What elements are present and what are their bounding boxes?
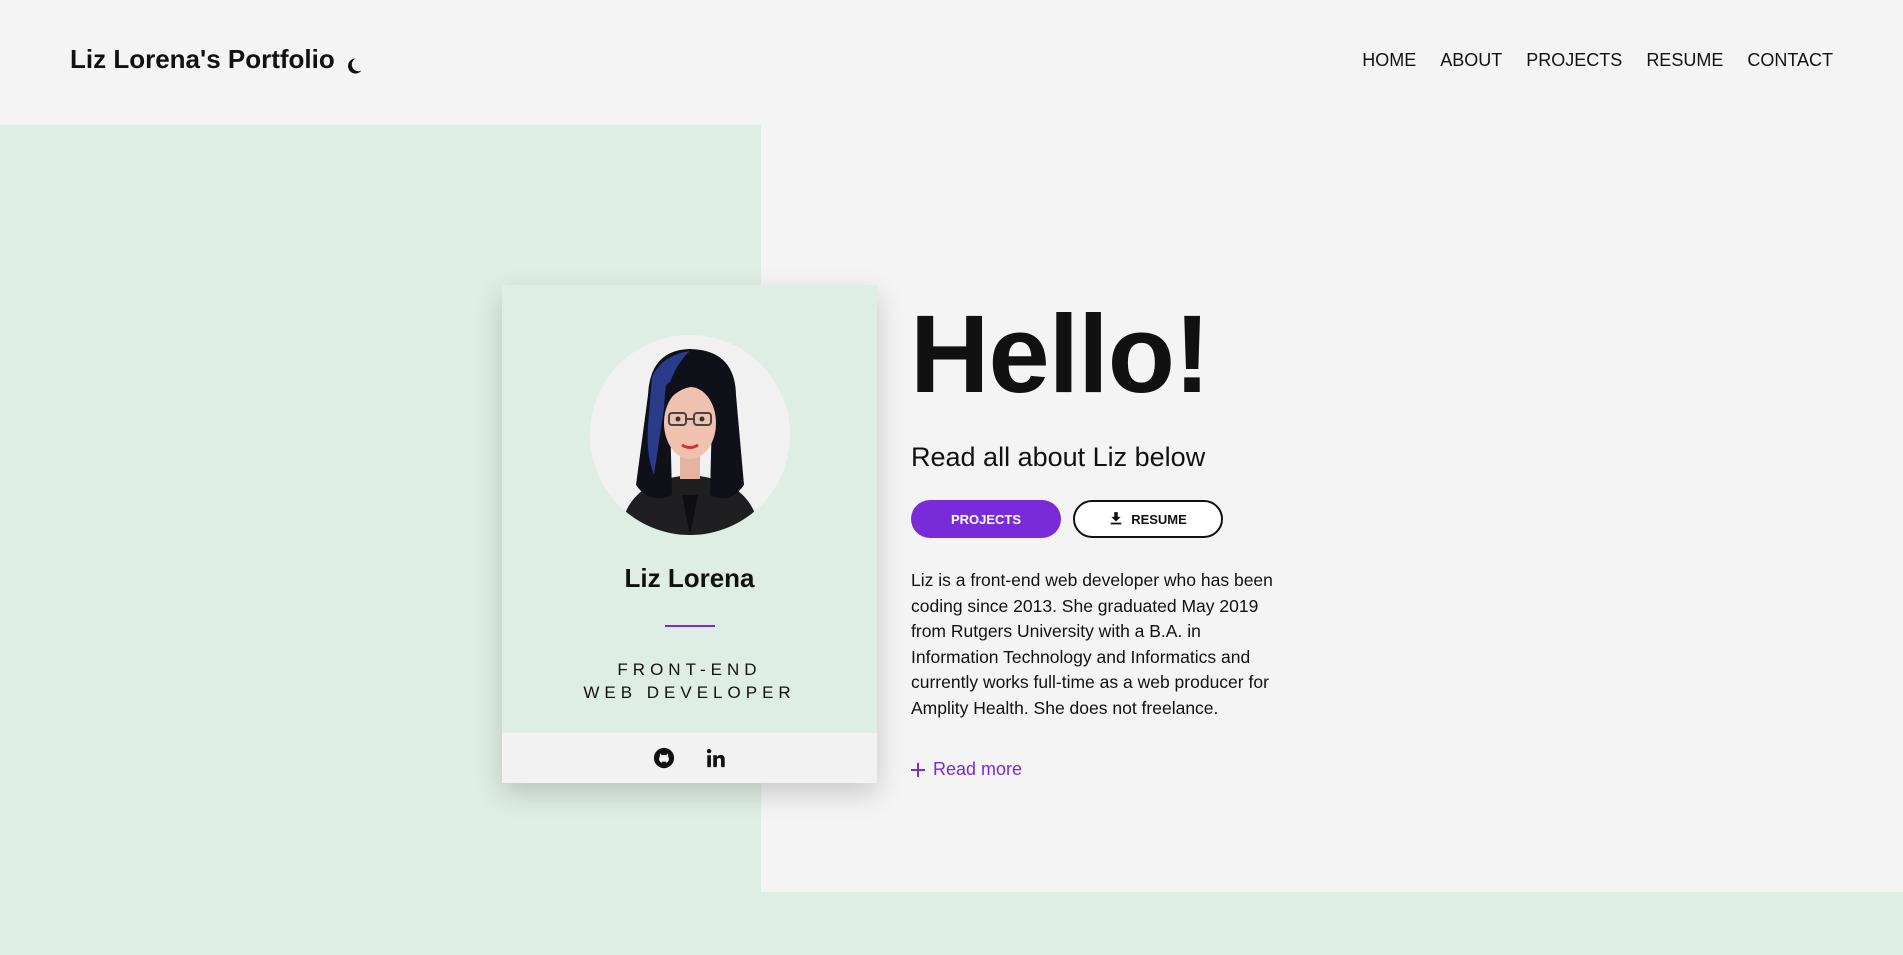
hero-subheadline: Read all about Liz below: [911, 442, 1206, 472]
bio-description: Liz is a front-end web developer who has…: [911, 570, 1273, 718]
avatar: [590, 335, 790, 535]
resume-button-label: RESUME: [1131, 511, 1187, 527]
nav-projects[interactable]: PROJECTS: [1526, 50, 1622, 71]
nav-contact[interactable]: CONTACT: [1747, 50, 1833, 71]
main-nav: HOME ABOUT PROJECTS RESUME CONTACT: [1362, 50, 1833, 71]
profile-title: FRONT-END WEB DEVELOPER: [502, 658, 877, 704]
projects-button-label: PROJECTS: [950, 511, 1022, 527]
site-header: Liz Lorena's Portfolio HOME ABOUT PROJEC…: [0, 0, 1903, 125]
github-icon[interactable]: [653, 747, 675, 769]
nav-about[interactable]: ABOUT: [1440, 50, 1502, 71]
download-icon: [1109, 511, 1123, 528]
hero-headline: Hello!: [910, 293, 1211, 416]
nav-home[interactable]: HOME: [1362, 50, 1416, 71]
profile-title-line1: FRONT-END: [617, 660, 762, 679]
resume-button[interactable]: RESUME: [1073, 500, 1223, 538]
nav-resume[interactable]: RESUME: [1646, 50, 1723, 71]
projects-button[interactable]: PROJECTS: [911, 500, 1061, 538]
profile-name: Liz Lorena: [624, 563, 755, 593]
profile-title-line2: WEB DEVELOPER: [583, 683, 796, 702]
site-brand[interactable]: Liz Lorena's Portfolio: [70, 44, 363, 75]
social-links: [502, 733, 877, 783]
name-divider: [665, 625, 715, 627]
linkedin-icon[interactable]: [705, 747, 727, 769]
moon-icon[interactable]: [345, 51, 363, 73]
profile-card: Liz Lorena FRONT-END WEB DEVELOPER: [502, 285, 877, 783]
read-more-label: Read more: [933, 759, 1023, 779]
plus-icon: [911, 762, 925, 777]
read-more-link[interactable]: Read more: [911, 759, 1022, 780]
brand-title: Liz Lorena's Portfolio: [70, 44, 335, 74]
mint-background-bottom: [761, 892, 1903, 955]
